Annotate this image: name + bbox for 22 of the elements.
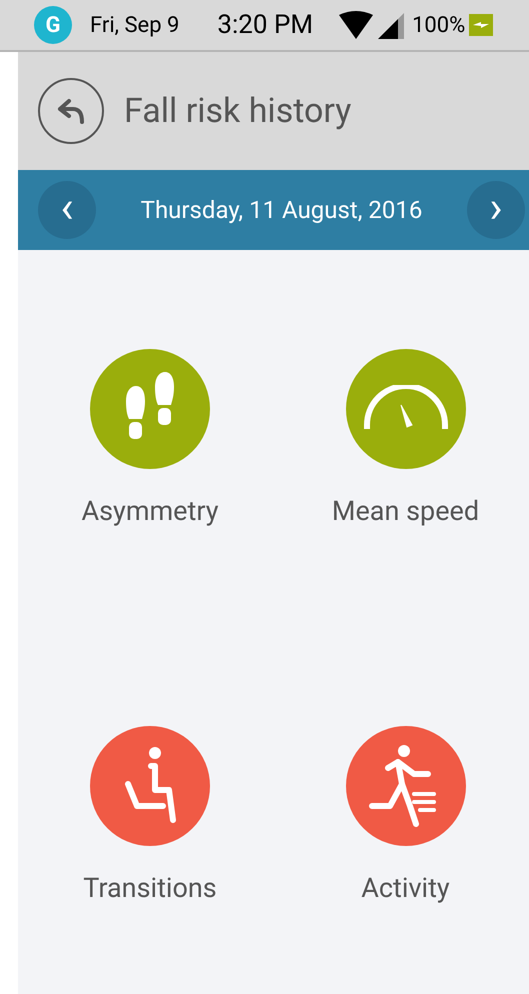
metric-tile[interactable]: Asymmetry xyxy=(18,349,282,532)
metric-label: Transitions xyxy=(83,870,217,906)
battery-charging-icon xyxy=(469,14,494,36)
metric-tile[interactable]: Mean speed xyxy=(282,349,529,532)
app-logo: G xyxy=(34,6,72,44)
battery-percent: 100% xyxy=(412,12,466,40)
metric-label: Mean speed xyxy=(332,494,480,529)
metric-label: Activity xyxy=(361,870,450,906)
page-title: Fall risk history xyxy=(124,90,352,132)
selected-date: Thursday, 11 August, 2016 xyxy=(140,195,422,226)
next-day-button[interactable]: › xyxy=(467,181,525,239)
status-time: 3:20 PM xyxy=(217,8,314,42)
status-date: Fri, Sep 9 xyxy=(90,12,180,40)
signal-icon xyxy=(378,11,404,39)
wifi-icon xyxy=(339,11,374,39)
back-arrow-icon xyxy=(57,98,85,124)
previous-day-button[interactable]: ‹ xyxy=(38,181,96,239)
back-button[interactable] xyxy=(38,78,104,144)
metric-tile[interactable]: Activity xyxy=(282,726,529,908)
metric-label: Asymmetry xyxy=(82,494,218,529)
metric-tile[interactable]: Transitions xyxy=(18,726,282,908)
sitting-person-icon xyxy=(123,746,177,826)
